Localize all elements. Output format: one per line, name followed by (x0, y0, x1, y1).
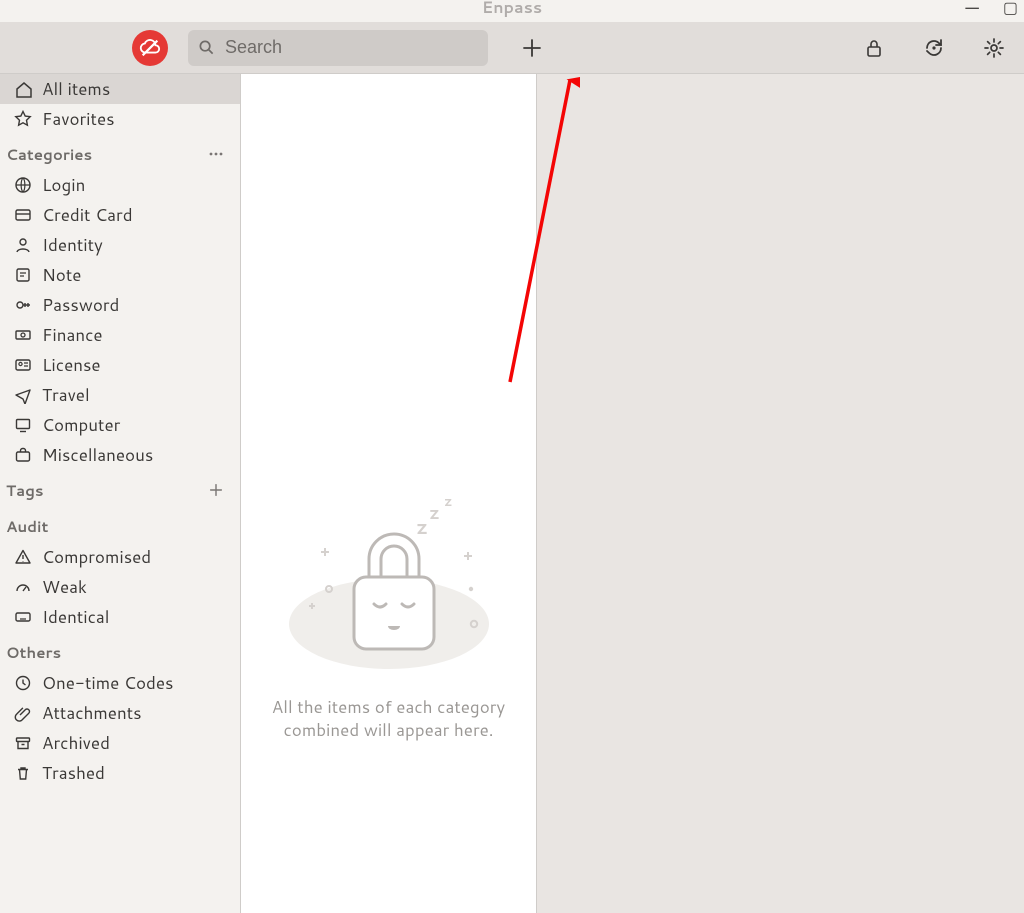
svg-text:z: z (429, 499, 440, 525)
gauge-icon (14, 578, 32, 596)
trash-icon (14, 764, 32, 782)
sidebar-item-label: Computer (42, 413, 120, 437)
sidebar-item-archived[interactable]: Archived (0, 728, 240, 758)
sidebar-item-computer[interactable]: Computer (0, 410, 240, 440)
add-item-button[interactable] (510, 26, 554, 70)
lock-button[interactable] (852, 26, 896, 70)
others-header: Others (6, 642, 61, 663)
titlebar: Enpass — ▢ (0, 0, 1024, 22)
more-icon (207, 145, 225, 163)
sidebar-item-login[interactable]: Login (0, 170, 240, 200)
sidebar-item-label: Trashed (42, 761, 105, 785)
audit-header: Audit (6, 516, 48, 537)
window-title: Enpass (482, 0, 542, 16)
search-icon (198, 39, 215, 56)
sidebar-item-label: Travel (42, 383, 90, 407)
clock-icon (14, 674, 32, 692)
toolbar (0, 22, 1024, 74)
sidebar-item-label: Archived (42, 731, 110, 755)
empty-text-line-1: All the items of each category (272, 696, 505, 719)
sidebar-item-label: Login (42, 173, 85, 197)
sidebar-item-label: Weak (42, 575, 87, 599)
sidebar-item-favorites[interactable]: Favorites (0, 104, 240, 134)
sidebar-item-identical[interactable]: Identical (0, 602, 240, 632)
warning-icon (14, 548, 32, 566)
sidebar-item-identity[interactable]: Identity (0, 230, 240, 260)
item-list-pane: z z z All the items of each category com… (241, 74, 537, 913)
note-icon (14, 266, 32, 284)
card-icon (14, 206, 32, 224)
search-field[interactable] (188, 30, 488, 66)
sidebar-item-travel[interactable]: Travel (0, 380, 240, 410)
empty-illustration-icon: z z z (274, 494, 504, 674)
briefcase-icon (14, 446, 32, 464)
window-minimize-button[interactable]: — (965, 0, 979, 18)
add-tag-button[interactable] (206, 480, 226, 500)
sidebar-item-label: Finance (42, 323, 103, 347)
tags-header: Tags (6, 480, 44, 501)
sidebar-item-label: Password (42, 293, 119, 317)
sidebar-item-credit-card[interactable]: Credit Card (0, 200, 240, 230)
sidebar-item-attachments[interactable]: Attachments (0, 698, 240, 728)
sidebar-item-label: Identical (42, 605, 109, 629)
sidebar-item-label: Attachments (42, 701, 142, 725)
plus-icon (208, 482, 224, 498)
lock-icon (863, 37, 885, 59)
categories-header: Categories (6, 144, 92, 165)
gear-icon (983, 37, 1005, 59)
key-icon (14, 296, 32, 314)
sidebar-item-label: All items (42, 77, 110, 101)
plane-icon (14, 386, 32, 404)
sync-button[interactable] (912, 26, 956, 70)
archive-icon (14, 734, 32, 752)
sidebar-item-label: License (42, 353, 101, 377)
svg-text:z: z (416, 513, 428, 541)
person-icon (14, 236, 32, 254)
sidebar-item-label: Favorites (42, 107, 115, 131)
sidebar-item-note[interactable]: Note (0, 260, 240, 290)
paperclip-icon (14, 704, 32, 722)
cloud-sync-disabled-button[interactable] (132, 30, 168, 66)
home-icon (14, 80, 32, 98)
detail-pane (537, 74, 1024, 913)
window-maximize-button[interactable]: ▢ (1003, 0, 1018, 18)
svg-text:z: z (444, 494, 453, 511)
sidebar-item-label: Identity (42, 233, 103, 257)
star-icon (14, 110, 32, 128)
search-input[interactable] (223, 36, 478, 59)
monitor-icon (14, 416, 32, 434)
sidebar-item-compromised[interactable]: Compromised (0, 542, 240, 572)
sidebar-item-label: Miscellaneous (42, 443, 153, 467)
sidebar-item-label: Compromised (42, 545, 151, 569)
empty-state: z z z All the items of each category com… (241, 494, 536, 742)
sidebar-item-license[interactable]: License (0, 350, 240, 380)
sidebar-item-trashed[interactable]: Trashed (0, 758, 240, 788)
sidebar-item-label: Credit Card (42, 203, 133, 227)
sync-icon (923, 37, 945, 59)
plus-icon (521, 37, 543, 59)
sidebar-item-label: Note (42, 263, 81, 287)
globe-icon (14, 176, 32, 194)
sidebar-item-miscellaneous[interactable]: Miscellaneous (0, 440, 240, 470)
sidebar-item-all-items[interactable]: All items (0, 74, 240, 104)
sidebar: All items Favorites Categories Login Cre… (0, 74, 241, 913)
categories-menu-button[interactable] (206, 144, 226, 164)
sidebar-item-one-time-codes[interactable]: One-time Codes (0, 668, 240, 698)
sidebar-item-finance[interactable]: Finance (0, 320, 240, 350)
empty-text-line-2: combined will appear here. (272, 719, 505, 742)
sidebar-item-label: One-time Codes (42, 671, 173, 695)
keyboard-icon (14, 608, 32, 626)
sidebar-item-weak[interactable]: Weak (0, 572, 240, 602)
sidebar-item-password[interactable]: Password (0, 290, 240, 320)
cash-icon (14, 326, 32, 344)
settings-button[interactable] (972, 26, 1016, 70)
idcard-icon (14, 356, 32, 374)
